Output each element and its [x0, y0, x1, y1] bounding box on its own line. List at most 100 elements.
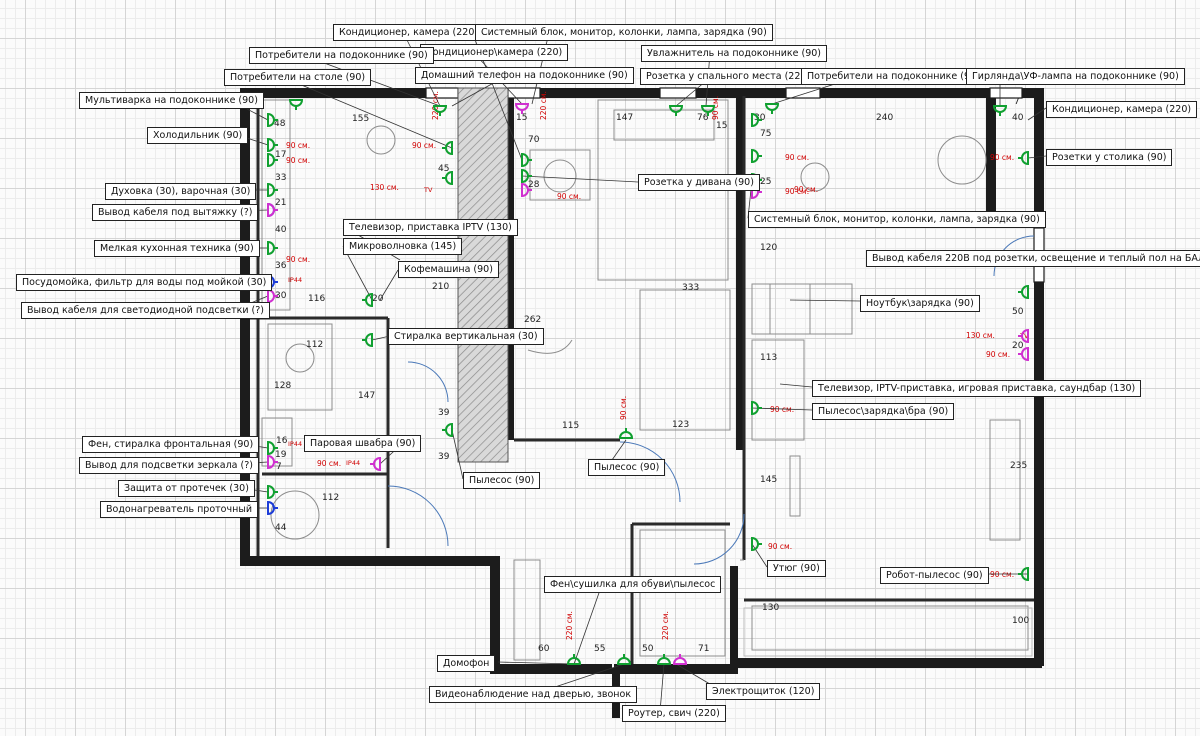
dim-text: 128	[274, 381, 291, 391]
leader-line	[789, 299, 861, 302]
leader-line	[497, 661, 575, 665]
ip-mark: IP44	[288, 440, 302, 448]
leader-lines	[227, 36, 1047, 713]
dim-text: 17	[275, 150, 286, 160]
ip-mark: IP44	[346, 459, 360, 467]
power-outlet-symbol	[267, 240, 278, 256]
leader-line	[611, 439, 627, 461]
power-outlet-symbol	[751, 536, 762, 552]
dim-text: 21	[275, 198, 286, 208]
callout-garland-uv-lamp: Гирлянда\УФ-лампа на подоконнике (90)	[966, 68, 1185, 85]
height-text: 90 см.	[286, 156, 310, 165]
dim-text: 39	[438, 452, 450, 462]
dim-text: 155	[352, 114, 369, 124]
callout-multicooker: Мультиварка на подоконнике (90)	[79, 92, 264, 109]
callout-robot-vacuum: Робот-пылесос (90)	[880, 567, 989, 584]
power-outlet-symbol	[362, 332, 373, 348]
callout-mirror-light: Вывод для подсветки зеркала (?)	[79, 457, 259, 474]
dim-text: 28	[528, 180, 540, 190]
dim-text: 55	[594, 644, 605, 654]
power-outlet-symbol	[764, 103, 780, 114]
callout-cctv-doorbell: Видеонаблюдение над дверью, звонок	[429, 686, 638, 703]
dim-text: 40	[1012, 113, 1024, 123]
leader-line	[779, 383, 813, 388]
callout-pc-desk-2: Системный блок, монитор, колонки, лампа,…	[748, 211, 1046, 228]
callout-water-heater: Водонагреватель проточный	[100, 501, 258, 518]
height-text: 90 см.	[286, 255, 310, 264]
dim-text: 20	[1012, 341, 1024, 351]
dim-text: 16	[276, 436, 288, 446]
power-outlet-symbol	[362, 292, 373, 308]
callout-vacuum-hall: Пылесос (90)	[588, 459, 666, 476]
dim-text: 113	[760, 353, 777, 363]
callout-sofa-outlet: Розетка у дивана (90)	[638, 174, 760, 191]
callout-ac-camera-room: Кондиционер\камера (220)	[420, 44, 569, 61]
dim-text: 20	[372, 294, 384, 304]
dim-text: 115	[562, 421, 579, 431]
callout-pc-desk-1: Системный блок, монитор, колонки, лампа,…	[475, 24, 773, 41]
dim-text: 60	[538, 644, 550, 654]
dim-text: 130	[762, 603, 779, 613]
dim-text: 25	[760, 177, 771, 187]
power-outlet-symbol	[616, 654, 632, 665]
height-text: 220 см.	[661, 611, 670, 640]
callout-home-phone: Домашний телефон на подоконнике (90)	[415, 67, 634, 84]
dim-text: 36	[275, 261, 287, 271]
callout-table-consumers: Потребители на столе (90)	[224, 69, 372, 86]
dim-text: 145	[760, 475, 777, 485]
callout-tv-console-soundbar: Телевизор, IPTV-приставка, игровая прист…	[812, 380, 1142, 397]
height-text: 90 см.	[986, 350, 1010, 359]
power-outlet-symbol	[267, 484, 278, 500]
callout-vacuum-corridor: Пылесос (90)	[463, 472, 541, 489]
power-outlet-symbol	[288, 99, 304, 110]
power-outlet-symbol	[751, 148, 762, 164]
power-outlet-symbol	[442, 422, 453, 438]
power-outlet-symbol	[668, 105, 684, 116]
height-text: 90 см.	[317, 459, 341, 468]
height-text: 90 см.	[794, 185, 818, 194]
dim-text: 100	[1012, 616, 1029, 626]
dim-text: 15	[516, 113, 527, 123]
callout-hairdryer-washer: Фен, стиралка фронтальная (90)	[82, 436, 260, 453]
power-outlet-symbol	[1018, 284, 1029, 300]
callout-hood-cable: Вывод кабеля под вытяжку (?)	[92, 204, 259, 221]
ip-mark: IP44	[288, 276, 302, 284]
power-outlet-symbol	[618, 428, 634, 439]
callout-small-appliances: Мелкая кухонная техника (90)	[94, 240, 260, 257]
leader-line	[379, 269, 399, 301]
height-text: 90 см.	[990, 153, 1014, 162]
dim-text: 112	[306, 340, 323, 350]
dim-text: 123	[672, 420, 689, 430]
height-text: 90 см.	[768, 542, 792, 551]
callout-steam-mop: Паровая швабра (90)	[304, 435, 422, 452]
dim-text: 39	[438, 408, 450, 418]
leader-line	[751, 543, 768, 568]
callout-table-outlets: Розетки у столика (90)	[1046, 149, 1173, 166]
dim-text: 7	[276, 462, 282, 472]
power-outlet-symbol	[267, 182, 278, 198]
callout-coffee-machine: Кофемашина (90)	[398, 261, 499, 278]
dim-text: 71	[698, 644, 709, 654]
dim-text: 19	[275, 450, 287, 460]
height-text: 90 см.	[785, 153, 809, 162]
callout-bed-outlet: Розетка у спального места (220)	[640, 68, 817, 85]
dim-text: 7	[1014, 97, 1020, 107]
dim-text: 116	[308, 294, 325, 304]
height-text: 90 см.	[990, 570, 1014, 579]
callout-humidifier: Увлажнитель на подоконнике (90)	[641, 45, 828, 62]
callout-windowsill-consumers-2: Потребители на подоконнике (90)	[801, 68, 986, 85]
callout-tv-iptv: Телевизор, приставка IPTV (130)	[343, 219, 518, 236]
callout-vacuum-charger-sconce: Пылесос\зарядка\бра (90)	[812, 403, 955, 420]
power-outlet-symbol	[370, 456, 381, 472]
dim-text: 210	[432, 282, 449, 292]
leader-line	[279, 75, 453, 149]
dim-text: 262	[524, 315, 541, 325]
callout-microwave: Микроволновка (145)	[343, 238, 463, 255]
callout-intercom: Домофон	[437, 655, 496, 672]
dim-text: 33	[275, 173, 286, 183]
dim-text: 112	[322, 493, 339, 503]
height-text: 90 см.	[412, 141, 436, 150]
callout-hairdryer-shoe-dryer: Фен\сушилка для обуви\пылесос	[544, 576, 722, 593]
tv-mark: TV	[423, 186, 433, 194]
callout-fridge: Холодильник (90)	[147, 127, 249, 144]
